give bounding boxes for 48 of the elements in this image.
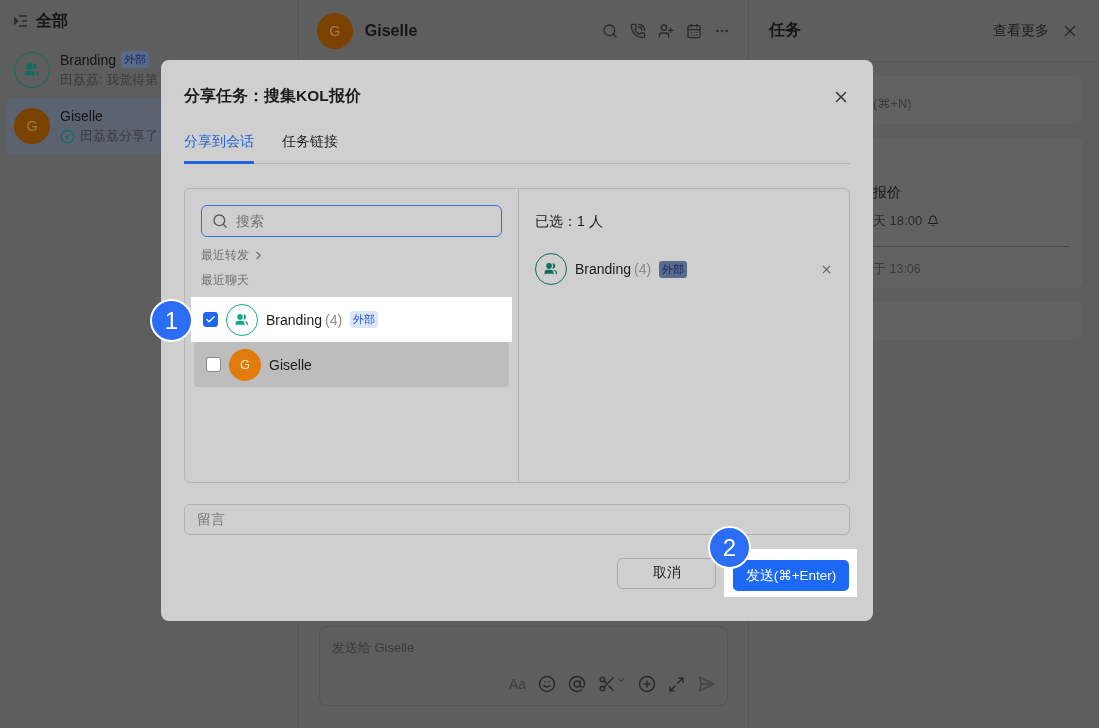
add-icon[interactable] bbox=[638, 675, 656, 693]
group-icon bbox=[235, 312, 249, 327]
message-field[interactable]: 留言 bbox=[184, 503, 850, 535]
recent-forward-link[interactable]: 最近转发 bbox=[201, 247, 265, 264]
chat-title: Giselle bbox=[364, 21, 419, 40]
phone-icon[interactable] bbox=[630, 22, 646, 39]
contact-name: Giselle bbox=[269, 356, 312, 373]
avatar: G bbox=[14, 108, 50, 144]
list-indent-icon[interactable] bbox=[14, 15, 28, 27]
add-user-icon[interactable] bbox=[658, 22, 674, 39]
calendar-icon[interactable] bbox=[686, 22, 702, 39]
search-icon[interactable] bbox=[602, 22, 618, 39]
bell-icon bbox=[927, 215, 940, 227]
section-label: 最近聊天 bbox=[201, 272, 250, 289]
contact-item[interactable]: G Giselle bbox=[194, 342, 509, 387]
contact-name: Branding bbox=[575, 261, 632, 277]
expand-icon[interactable] bbox=[668, 675, 685, 693]
group-icon bbox=[24, 62, 40, 78]
member-count: (4) bbox=[325, 311, 343, 328]
send-icon[interactable] bbox=[697, 675, 715, 693]
external-tag: 外部 bbox=[659, 260, 688, 278]
external-tag: 外部 bbox=[121, 51, 150, 68]
chat-name: Branding bbox=[60, 51, 117, 68]
external-tag: 外部 bbox=[350, 311, 379, 328]
search-field[interactable]: 搜索 bbox=[201, 205, 502, 237]
avatar: G bbox=[229, 348, 261, 381]
panel-title: 任务 bbox=[769, 20, 802, 40]
avatar: G bbox=[316, 12, 353, 49]
tab[interactable]: 分享到会话 bbox=[184, 133, 254, 164]
group-icon bbox=[544, 262, 558, 276]
checkbox[interactable] bbox=[203, 312, 218, 327]
mention-icon[interactable] bbox=[568, 675, 586, 693]
scissors-icon[interactable] bbox=[598, 675, 626, 693]
checkbox[interactable] bbox=[206, 357, 221, 372]
selected-count: 已选：1 人 bbox=[535, 213, 604, 231]
member-count: (4) bbox=[634, 261, 652, 277]
emoji-icon[interactable] bbox=[538, 675, 556, 693]
sidebar-title: 全部 bbox=[36, 10, 68, 31]
contact-name: Branding bbox=[266, 311, 323, 328]
due-time: 天 18:00 bbox=[873, 212, 923, 230]
contact-item[interactable]: Branding (4) 外部 bbox=[191, 297, 512, 342]
task-title: 报价 bbox=[873, 184, 902, 202]
check-icon bbox=[205, 314, 216, 325]
send-button[interactable]: 发送(⌘+Enter) bbox=[733, 560, 849, 591]
chat-name: Giselle bbox=[60, 107, 103, 124]
search-input[interactable]: 搜索 bbox=[234, 212, 491, 230]
view-more-link[interactable]: 查看更多 bbox=[993, 21, 1049, 40]
search-icon bbox=[212, 213, 228, 229]
